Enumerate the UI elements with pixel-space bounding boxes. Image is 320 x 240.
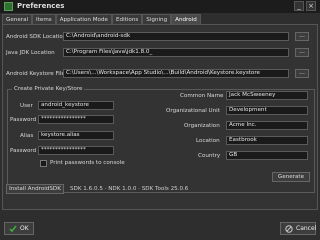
user-field[interactable]: android_keystore xyxy=(38,101,114,110)
preferences-window: Preferences _ × General Items Application … xyxy=(0,0,320,240)
alias-password-label: Password xyxy=(10,148,37,154)
title-bar: Preferences _ × xyxy=(0,0,320,13)
jdk-location-field[interactable]: C:\Program Files\Java\jdk1.8.0_ xyxy=(63,48,289,57)
org-unit-field[interactable]: Development xyxy=(226,106,308,115)
alias-password-field[interactable]: **************** xyxy=(38,146,114,155)
cancel-button[interactable]: Cancel xyxy=(280,222,316,235)
sdk-status-text: SDK 1.6.0.5 · NDK 1.0.0 · SDK Tools 25.0… xyxy=(70,186,189,192)
location-field[interactable]: Eastbrook xyxy=(226,136,308,145)
install-android-sdk-button[interactable]: Install AndroidSDK xyxy=(6,184,64,194)
alias-field[interactable]: keystore.alias xyxy=(38,131,114,140)
org-unit-label: Organizational Unit xyxy=(166,108,220,114)
android-panel: Android SDK Location C:\Android\android-… xyxy=(2,24,318,210)
user-label: User xyxy=(20,103,33,109)
app-icon xyxy=(4,2,13,11)
password-field[interactable]: **************** xyxy=(38,115,114,124)
location-label: Location xyxy=(196,138,220,144)
common-name-field[interactable]: Jack McSweeney xyxy=(226,91,308,100)
create-keystore-group: Create Private Key/Store User android_ke… xyxy=(7,85,315,193)
sdk-location-field[interactable]: C:\Android\android-sdk xyxy=(63,32,289,41)
ok-button[interactable]: OK xyxy=(4,222,34,235)
ok-label: OK xyxy=(20,225,29,232)
keystore-browse-button[interactable]: ... xyxy=(295,69,309,78)
jdk-location-label: Java JDK Location xyxy=(6,50,55,56)
window-title: Preferences xyxy=(17,2,65,10)
keystore-file-field[interactable]: C:\Users\...\Workspace\App Studio\...\Bu… xyxy=(63,69,289,78)
cancel-icon xyxy=(285,224,293,233)
country-label: Country xyxy=(198,153,221,159)
keystore-file-label: Android Keystore File xyxy=(6,71,65,77)
generate-button[interactable]: Generate xyxy=(272,172,310,182)
organization-label: Organization xyxy=(184,123,220,129)
minimize-button[interactable]: _ xyxy=(294,1,304,11)
jdk-browse-button[interactable]: ... xyxy=(295,48,309,57)
dialog-footer: OK Cancel xyxy=(0,214,320,240)
group-title: Create Private Key/Store xyxy=(12,85,85,93)
password-label: Password xyxy=(10,117,37,123)
sdk-browse-button[interactable]: ... xyxy=(295,32,309,41)
organization-field[interactable]: Acme Inc. xyxy=(226,121,308,130)
checkmark-icon xyxy=(9,225,17,233)
cancel-label: Cancel xyxy=(296,225,317,232)
print-passwords-label: Print passwords to console xyxy=(50,160,125,166)
close-button[interactable]: × xyxy=(306,1,316,11)
sdk-location-label: Android SDK Location xyxy=(6,34,67,40)
common-name-label: Common Name xyxy=(180,93,224,99)
print-passwords-checkbox[interactable] xyxy=(40,160,47,167)
alias-label: Alias xyxy=(20,133,34,139)
country-field[interactable]: GB xyxy=(226,151,308,160)
